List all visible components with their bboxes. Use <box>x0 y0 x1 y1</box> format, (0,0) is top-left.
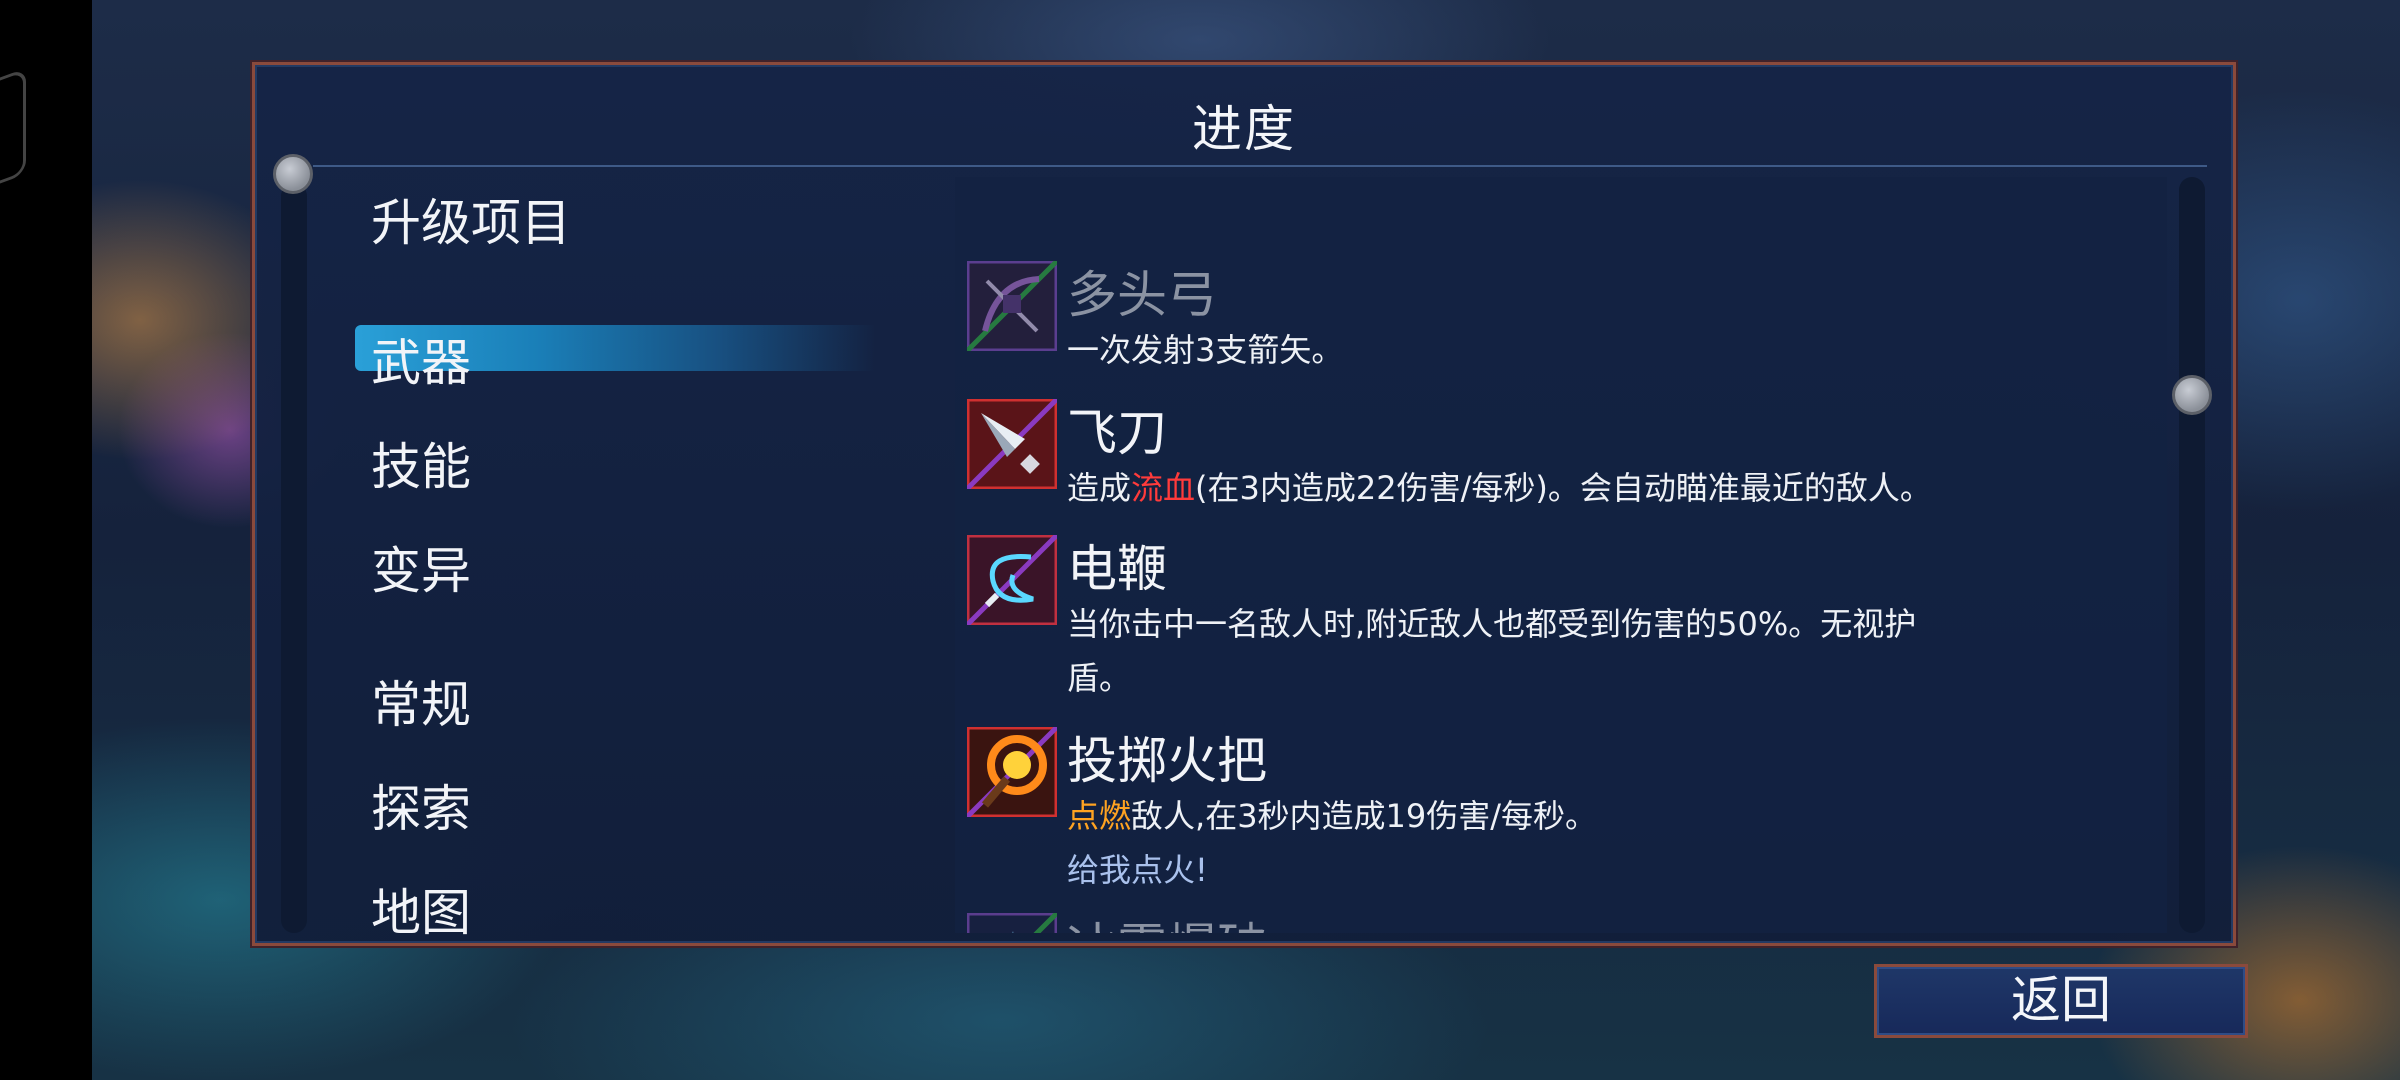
desc-text: 造成 <box>1067 469 1132 507</box>
progress-panel: 进度 升级项目 武器 技能 变异 常规 探索 地图 多头弓 一次发射3支箭矢。 <box>252 62 2236 946</box>
upgrade-name: 多头弓 <box>1067 266 1217 324</box>
upgrade-description: 点燃敌人,在3秒内造成19伤害/每秒。给我点火! <box>1067 789 1597 897</box>
crossbow-icon <box>967 261 1057 351</box>
back-button[interactable]: 返回 <box>1874 964 2248 1038</box>
camera-cutout <box>0 67 26 199</box>
category-scroll-knob[interactable] <box>273 154 313 194</box>
list-scroll-knob[interactable] <box>2172 375 2212 415</box>
burn-keyword: 点燃 <box>1067 797 1132 835</box>
category-weapons[interactable]: 武器 <box>371 323 471 395</box>
upgrade-list[interactable]: 多头弓 一次发射3支箭矢。 飞刀 造成流血(在3内造成22伤害/每秒)。会自动瞄… <box>955 177 2167 933</box>
desc-line: 盾。 <box>1067 659 1132 697</box>
frost-blast-icon <box>967 913 1057 933</box>
desc-text: 敌人,在3秒内造成19伤害/每秒。 <box>1131 797 1598 835</box>
panel-title: 进度 <box>1192 100 1296 158</box>
throwing-knife-icon <box>967 399 1057 489</box>
upgrade-description: 造成流血(在3内造成22伤害/每秒)。会自动瞄准最近的敌人。 <box>1067 461 1932 515</box>
upgrade-name: 投掷火把 <box>1067 732 1267 790</box>
flavor-text: 给我点火! <box>1067 851 1208 889</box>
category-general[interactable]: 常规 <box>371 665 471 737</box>
category-scrollbar[interactable] <box>281 183 307 933</box>
title-divider <box>313 165 2207 167</box>
category-heading: 升级项目 <box>371 194 571 252</box>
upgrade-name: 电鞭 <box>1067 540 1167 598</box>
upgrade-name: 飞刀 <box>1067 404 1167 462</box>
electric-whip-icon <box>967 535 1057 625</box>
list-scrollbar[interactable] <box>2179 177 2205 933</box>
category-skills[interactable]: 技能 <box>371 427 471 499</box>
desc-line: 当你击中一名敌人时,附近敌人也都受到伤害的50%。无视护 <box>1067 605 1917 643</box>
category-exploration[interactable]: 探索 <box>371 769 471 841</box>
category-map[interactable]: 地图 <box>371 873 471 945</box>
upgrade-name: 冰霜爆破 <box>1067 907 1267 933</box>
torch-icon <box>967 727 1057 817</box>
screen-edge-bar <box>0 0 92 1080</box>
desc-text: (在3内造成22伤害/每秒)。会自动瞄准最近的敌人。 <box>1195 469 1932 507</box>
upgrade-description: 当你击中一名敌人时,附近敌人也都受到伤害的50%。无视护 盾。 <box>1067 597 1916 705</box>
upgrade-description: 一次发射3支箭矢。 <box>1067 331 1344 369</box>
bleed-keyword: 流血 <box>1131 469 1196 507</box>
category-mutations[interactable]: 变异 <box>371 531 471 603</box>
